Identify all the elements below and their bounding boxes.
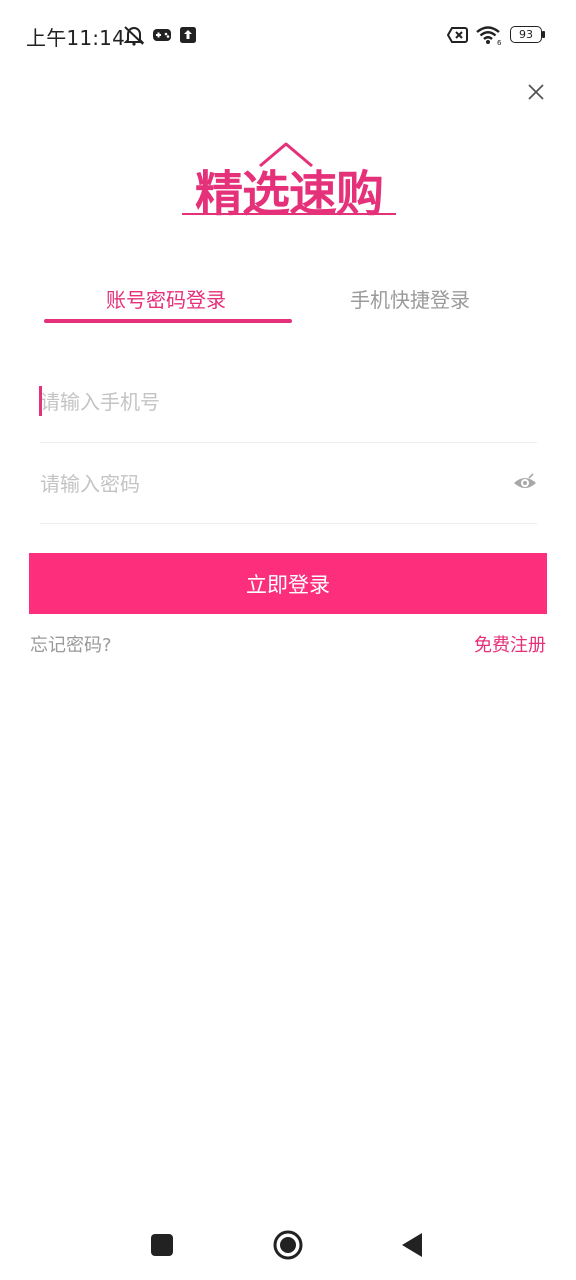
phone-input[interactable] [40, 382, 537, 422]
recent-apps-icon[interactable] [151, 1234, 173, 1256]
status-time: 上午11:14 [26, 26, 126, 50]
battery-tip [542, 31, 545, 38]
sim-off-icon [446, 27, 468, 43]
tab-phone-quick-login[interactable]: 手机快捷登录 [285, 284, 535, 313]
tab-account-password-login[interactable]: 账号密码登录 [41, 284, 291, 313]
login-button-label: 立即登录 [246, 572, 330, 597]
battery-level: 93 [519, 28, 533, 41]
login-button[interactable]: 立即登录 [29, 553, 547, 614]
tab-active-indicator [44, 319, 292, 323]
eye-icon[interactable] [512, 471, 538, 495]
back-icon[interactable] [400, 1231, 424, 1259]
battery-icon: 93 [510, 26, 542, 43]
svg-text:6: 6 [497, 39, 502, 46]
password-input[interactable] [40, 464, 500, 504]
close-icon[interactable] [520, 76, 552, 108]
home-icon[interactable] [272, 1229, 304, 1261]
game-icon [153, 29, 171, 41]
mute-bell-icon [123, 26, 145, 46]
register-link[interactable]: 免费注册 [474, 631, 546, 657]
app-logo: 精选速购 [182, 142, 396, 222]
upload-icon [180, 27, 196, 43]
text-caret [39, 386, 42, 416]
divider [40, 442, 537, 443]
wifi-icon: 6 [476, 26, 502, 46]
forgot-password-link[interactable]: 忘记密码? [30, 631, 112, 657]
divider [40, 523, 537, 524]
